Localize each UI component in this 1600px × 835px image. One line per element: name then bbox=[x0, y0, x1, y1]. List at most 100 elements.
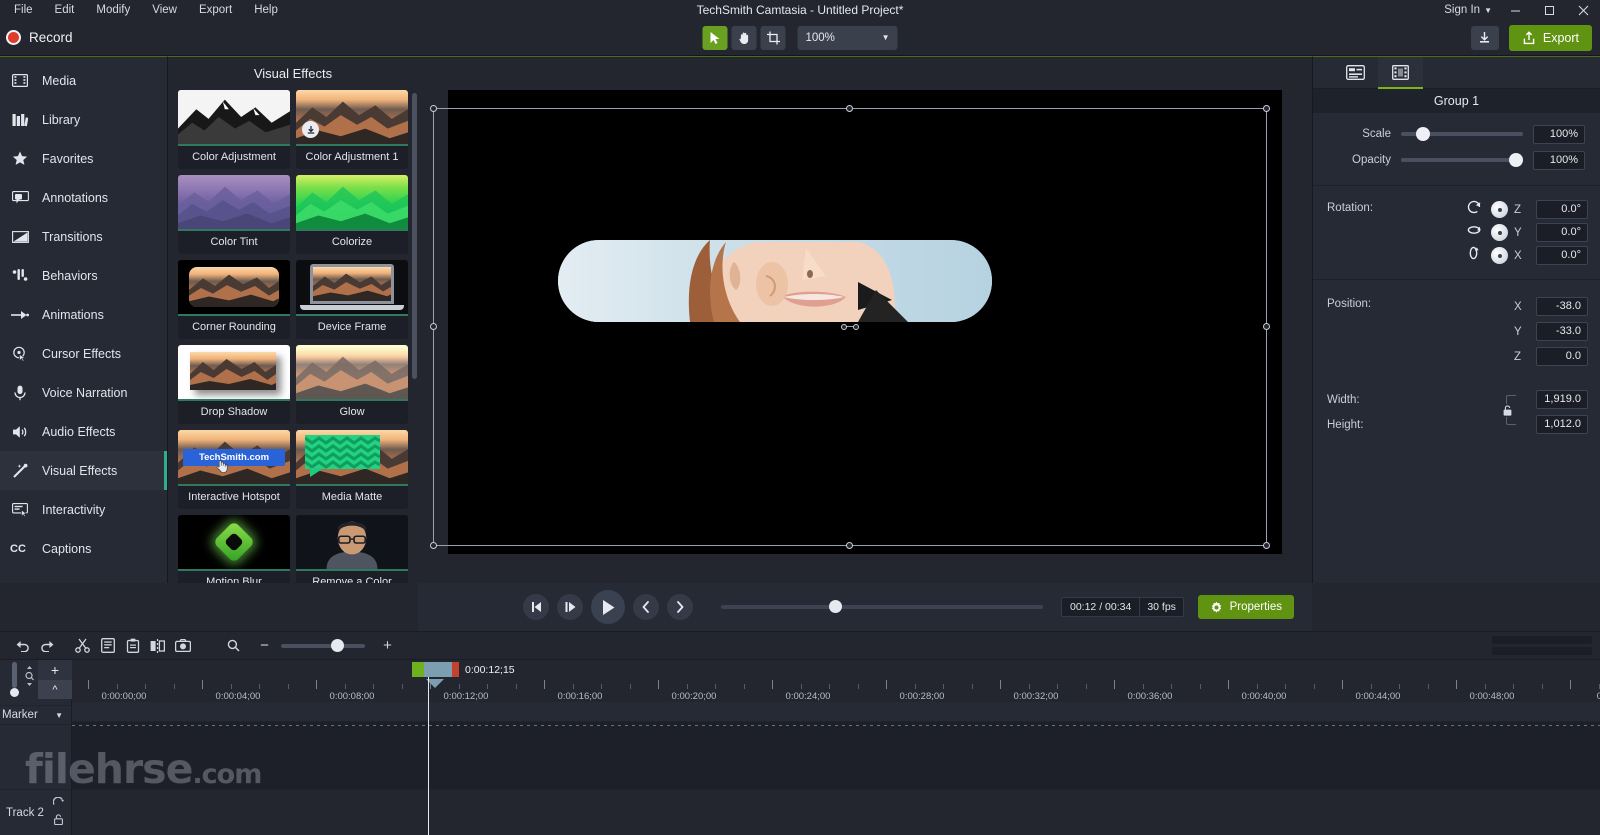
next-button[interactable] bbox=[667, 594, 693, 620]
record-button[interactable]: Record bbox=[0, 30, 73, 45]
screenshot-button[interactable] bbox=[170, 634, 195, 658]
sidebar-item-audio-effects[interactable]: Audio Effects bbox=[0, 412, 167, 451]
effect-card-media-matte[interactable]: Media Matte bbox=[296, 430, 408, 509]
properties-button[interactable]: Properties bbox=[1198, 595, 1294, 619]
resize-handle-bottom-right[interactable] bbox=[1263, 542, 1270, 549]
timeline-ruler[interactable]: 0:00:00;000:00:04;000:00:08;000:00:12;00… bbox=[72, 660, 1600, 702]
timeline-tracks[interactable] bbox=[72, 702, 1600, 835]
effect-card-device-frame[interactable]: Device Frame bbox=[296, 260, 408, 339]
sidebar-item-cursor-effects[interactable]: Cursor Effects bbox=[0, 334, 167, 373]
playhead-body[interactable] bbox=[424, 662, 452, 677]
hand-tool[interactable] bbox=[732, 26, 757, 50]
effect-card-motion-blur[interactable]: Motion Blur bbox=[178, 515, 290, 583]
playhead-in-handle[interactable] bbox=[412, 662, 424, 677]
play-button[interactable] bbox=[591, 590, 625, 624]
effects-scrollbar[interactable] bbox=[412, 93, 417, 379]
resize-handle-bottom-left[interactable] bbox=[430, 542, 437, 549]
scale-slider-knob[interactable] bbox=[1416, 127, 1430, 141]
position-x-value[interactable]: -38.0 bbox=[1536, 297, 1588, 316]
effect-card-remove-a-color[interactable]: Remove a Color bbox=[296, 515, 408, 583]
lock-icon[interactable] bbox=[54, 814, 63, 828]
chevron-down-icon[interactable]: ▼ bbox=[55, 711, 63, 720]
opacity-slider-knob[interactable] bbox=[1509, 153, 1523, 167]
sidebar-item-annotations[interactable]: Annotations bbox=[0, 178, 167, 217]
preview-canvas[interactable] bbox=[418, 56, 1312, 583]
sidebar-item-interactivity[interactable]: Interactivity bbox=[0, 490, 167, 529]
opacity-value[interactable]: 100% bbox=[1533, 151, 1585, 170]
maximize-button[interactable] bbox=[1532, 0, 1566, 20]
rotation-x-dial[interactable] bbox=[1491, 247, 1508, 264]
cut-button[interactable] bbox=[70, 634, 95, 658]
timeline-zoom-slider[interactable] bbox=[281, 644, 365, 648]
height-value[interactable]: 1,012.0 bbox=[1536, 415, 1588, 434]
download-button[interactable] bbox=[1471, 26, 1499, 50]
timeline-zoom-knob[interactable] bbox=[331, 639, 344, 652]
sidebar-item-voice-narration[interactable]: Voice Narration bbox=[0, 373, 167, 412]
position-y-value[interactable]: -33.0 bbox=[1536, 322, 1588, 341]
resize-handle-top-center[interactable] bbox=[846, 105, 853, 112]
effect-card-corner-rounding[interactable]: Corner Rounding bbox=[178, 260, 290, 339]
rotation-x-value[interactable]: 0.0° bbox=[1536, 246, 1588, 265]
step-back-button[interactable] bbox=[523, 594, 549, 620]
resize-handle-top-left[interactable] bbox=[430, 105, 437, 112]
track-lane-2[interactable] bbox=[72, 789, 1600, 835]
scale-slider[interactable] bbox=[1401, 132, 1523, 136]
copy-button[interactable] bbox=[95, 634, 120, 658]
collapse-tracks-button[interactable]: ^ bbox=[38, 680, 72, 699]
sign-in-button[interactable]: Sign In▼ bbox=[1438, 2, 1498, 18]
playback-scrubber[interactable] bbox=[721, 605, 1043, 609]
sidebar-item-captions[interactable]: CC Captions bbox=[0, 529, 167, 568]
menu-item-export[interactable]: Export bbox=[189, 1, 242, 19]
sidebar-item-transitions[interactable]: Transitions bbox=[0, 217, 167, 256]
zoom-level-select[interactable]: 100% ▼ bbox=[798, 26, 898, 50]
menu-item-view[interactable]: View bbox=[142, 1, 187, 19]
zoom-in-button[interactable]: + bbox=[375, 634, 400, 658]
sidebar-item-animations[interactable]: Animations bbox=[0, 295, 167, 334]
effect-card-color-adjustment-1[interactable]: Color Adjustment 1 bbox=[296, 90, 408, 169]
resize-handle-bottom-center[interactable] bbox=[846, 542, 853, 549]
close-button[interactable] bbox=[1566, 0, 1600, 20]
timeline-bar-2[interactable] bbox=[1492, 647, 1592, 655]
rotation-y-value[interactable]: 0.0° bbox=[1536, 223, 1588, 242]
pointer-tool[interactable] bbox=[703, 26, 728, 50]
sidebar-item-behaviors[interactable]: Behaviors bbox=[0, 256, 167, 295]
rotation-z-dial[interactable] bbox=[1491, 201, 1508, 218]
resize-handle-middle-right[interactable] bbox=[1263, 323, 1270, 330]
width-value[interactable]: 1,919.0 bbox=[1536, 390, 1588, 409]
paste-button[interactable] bbox=[120, 634, 145, 658]
marker-header[interactable]: Marker ▼ bbox=[0, 705, 71, 725]
visibility-icon[interactable] bbox=[53, 797, 64, 809]
timeline-bar-1[interactable] bbox=[1492, 636, 1592, 644]
menu-item-file[interactable]: File bbox=[4, 1, 43, 19]
sidebar-item-library[interactable]: Library bbox=[0, 100, 167, 139]
split-button[interactable] bbox=[145, 634, 170, 658]
rotation-handle[interactable] bbox=[841, 324, 859, 330]
undo-button[interactable] bbox=[10, 634, 35, 658]
position-z-value[interactable]: 0.0 bbox=[1536, 347, 1588, 366]
quality-slider[interactable] bbox=[12, 662, 17, 688]
marker-lane[interactable] bbox=[72, 702, 1600, 722]
selection-bounding-box[interactable] bbox=[433, 108, 1267, 546]
effect-card-color-adjustment[interactable]: Color Adjustment bbox=[178, 90, 290, 169]
sidebar-item-visual-effects[interactable]: Visual Effects bbox=[0, 451, 167, 490]
export-button[interactable]: Export bbox=[1509, 25, 1592, 51]
resize-handle-middle-left[interactable] bbox=[430, 323, 437, 330]
effect-card-glow[interactable]: Glow bbox=[296, 345, 408, 424]
media-tab[interactable] bbox=[1378, 57, 1423, 89]
resize-handle-top-right[interactable] bbox=[1263, 105, 1270, 112]
rotation-z-value[interactable]: 0.0° bbox=[1536, 200, 1588, 219]
quality-slider-knob[interactable] bbox=[10, 688, 19, 697]
opacity-slider[interactable] bbox=[1401, 158, 1523, 162]
playback-scrubber-knob[interactable] bbox=[829, 600, 842, 613]
scale-value[interactable]: 100% bbox=[1533, 125, 1585, 144]
add-track-button[interactable]: + bbox=[38, 660, 72, 680]
effect-card-color-tint[interactable]: Color Tint bbox=[178, 175, 290, 254]
effect-card-interactive-hotspot[interactable]: TechSmith.com Interactive Hotspot bbox=[178, 430, 290, 509]
sidebar-item-favorites[interactable]: Favorites bbox=[0, 139, 167, 178]
effect-card-drop-shadow[interactable]: Drop Shadow bbox=[178, 345, 290, 424]
menu-item-help[interactable]: Help bbox=[244, 1, 288, 19]
previous-button[interactable] bbox=[633, 594, 659, 620]
step-forward-button[interactable] bbox=[557, 594, 583, 620]
menu-item-modify[interactable]: Modify bbox=[86, 1, 140, 19]
sidebar-item-media[interactable]: Media bbox=[0, 61, 167, 100]
